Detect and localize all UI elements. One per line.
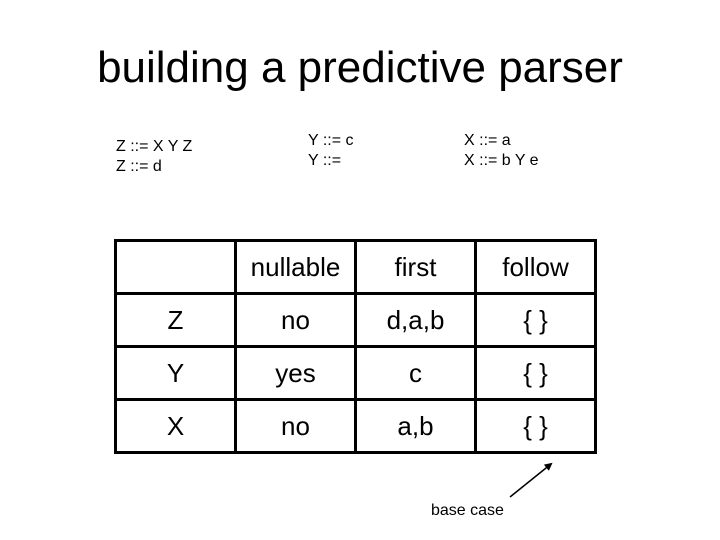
first-cell: a,b xyxy=(354,398,477,454)
follow-cell: { } xyxy=(474,398,597,454)
slide-title: building a predictive parser xyxy=(97,43,623,92)
table-row: Z no d,a,b { } xyxy=(114,292,597,348)
grammar-rule: X ::= b Y e xyxy=(464,152,539,169)
grammar-rule: X ::= a xyxy=(464,132,511,149)
nullable-cell: yes xyxy=(234,345,357,401)
grammar-rule: Y ::= xyxy=(308,152,342,169)
grammar-rule: Z ::= X Y Z xyxy=(116,138,193,155)
header-cell-follow: follow xyxy=(474,239,597,295)
symbol-cell: Z xyxy=(114,292,237,348)
header-cell-first: first xyxy=(354,239,477,295)
nullable-cell: no xyxy=(234,398,357,454)
nullable-cell: no xyxy=(234,292,357,348)
base-case-label: base case xyxy=(431,502,504,519)
symbol-cell: X xyxy=(114,398,237,454)
follow-cell: { } xyxy=(474,292,597,348)
grammar-rule: Z ::= d xyxy=(116,158,162,175)
first-cell: d,a,b xyxy=(354,292,477,348)
nullable-first-follow-table: nullable first follow Z no d,a,b { } Y y… xyxy=(114,239,597,454)
header-cell-empty xyxy=(114,239,237,295)
header-cell-nullable: nullable xyxy=(234,239,357,295)
table-row: X no a,b { } xyxy=(114,398,597,454)
grammar-rules-z: Z ::= X Y Z Z ::= d xyxy=(116,137,192,177)
symbol-cell: Y xyxy=(114,345,237,401)
grammar-rule: Y ::= c xyxy=(308,132,354,149)
grammar-rules-x: X ::= a X ::= b Y e xyxy=(464,131,539,171)
first-cell: c xyxy=(354,345,477,401)
follow-cell: { } xyxy=(474,345,597,401)
table-header-row: nullable first follow xyxy=(114,239,597,295)
table-row: Y yes c { } xyxy=(114,345,597,401)
grammar-rules-y: Y ::= c Y ::= xyxy=(308,131,354,171)
